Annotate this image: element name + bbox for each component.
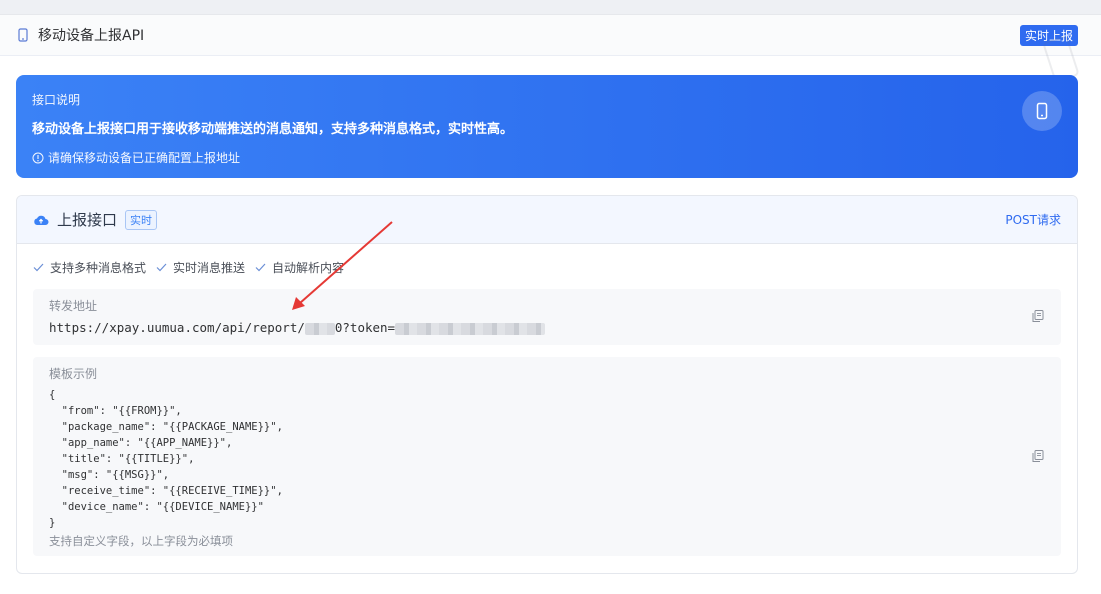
forward-address-label: 转发地址 xyxy=(49,299,98,313)
feature-label: 实时消息推送 xyxy=(173,261,246,275)
page-header: 移动设备上报API 实时上报 xyxy=(0,15,1101,82)
check-icon xyxy=(33,263,44,272)
check-icon xyxy=(156,263,167,272)
page-title: 移动设备上报API xyxy=(38,28,145,44)
template-label: 模板示例 xyxy=(49,367,98,381)
realtime-tag: 实时 xyxy=(125,209,158,230)
template-note: 支持自定义字段，以上字段为必填项 xyxy=(49,534,233,548)
forward-url[interactable]: https://xpay.uumua.com/api/report/0?toke… xyxy=(49,320,1045,335)
forward-address-box: 转发地址 https://xpay.uumua.com/api/report/0… xyxy=(33,289,1061,345)
copy-template-icon[interactable] xyxy=(1031,449,1045,463)
forward-url-mid: 0?token= xyxy=(334,320,396,335)
banner-tip-text: 请确保移动设备已正确配置上报地址 xyxy=(48,151,241,165)
banner-phone-icon xyxy=(1022,91,1062,131)
feature-item: 实时消息推送 xyxy=(156,259,245,276)
info-icon xyxy=(32,152,44,164)
card-header: 上报接口 实时 POST请求 xyxy=(17,196,1077,244)
feature-item: 自动解析内容 xyxy=(255,259,344,276)
report-endpoint-card: 上报接口 实时 POST请求 支持多种消息格式 实时消息推送 自动解析内容 转发… xyxy=(16,195,1078,574)
redacted-id xyxy=(304,322,335,335)
banner-label: 接口说明 xyxy=(32,93,81,107)
cloud-upload-icon xyxy=(33,213,49,227)
check-icon xyxy=(255,263,266,272)
feature-item: 支持多种消息格式 xyxy=(33,259,146,276)
api-info-banner: 接口说明 移动设备上报接口用于接收移动端推送的消息通知，支持多种消息格式，实时性… xyxy=(16,75,1078,178)
banner-description: 移动设备上报接口用于接收移动端推送的消息通知，支持多种消息格式，实时性高。 xyxy=(32,122,514,137)
request-method: POST请求 xyxy=(1005,213,1061,227)
redacted-token xyxy=(395,322,546,335)
feature-label: 自动解析内容 xyxy=(272,261,345,275)
page: 移动设备上报API 实时上报 接口说明 移动设备上报接口用于接收移动端推送的消息… xyxy=(0,14,1101,594)
copy-url-icon[interactable] xyxy=(1031,309,1045,323)
card-title: 上报接口 xyxy=(57,211,118,229)
template-example-box: 模板示例 { "from": "{{FROM}}", "package_name… xyxy=(33,357,1061,556)
banner-tip: 请确保移动设备已正确配置上报地址 xyxy=(32,149,1062,166)
mobile-icon xyxy=(16,28,30,42)
forward-url-prefix: https://xpay.uumua.com/api/report/ xyxy=(49,320,305,335)
template-code[interactable]: { "from": "{{FROM}}", "package_name": "{… xyxy=(49,387,1045,531)
feature-label: 支持多种消息格式 xyxy=(50,261,147,275)
feature-list: 支持多种消息格式 实时消息推送 自动解析内容 xyxy=(17,259,1077,276)
